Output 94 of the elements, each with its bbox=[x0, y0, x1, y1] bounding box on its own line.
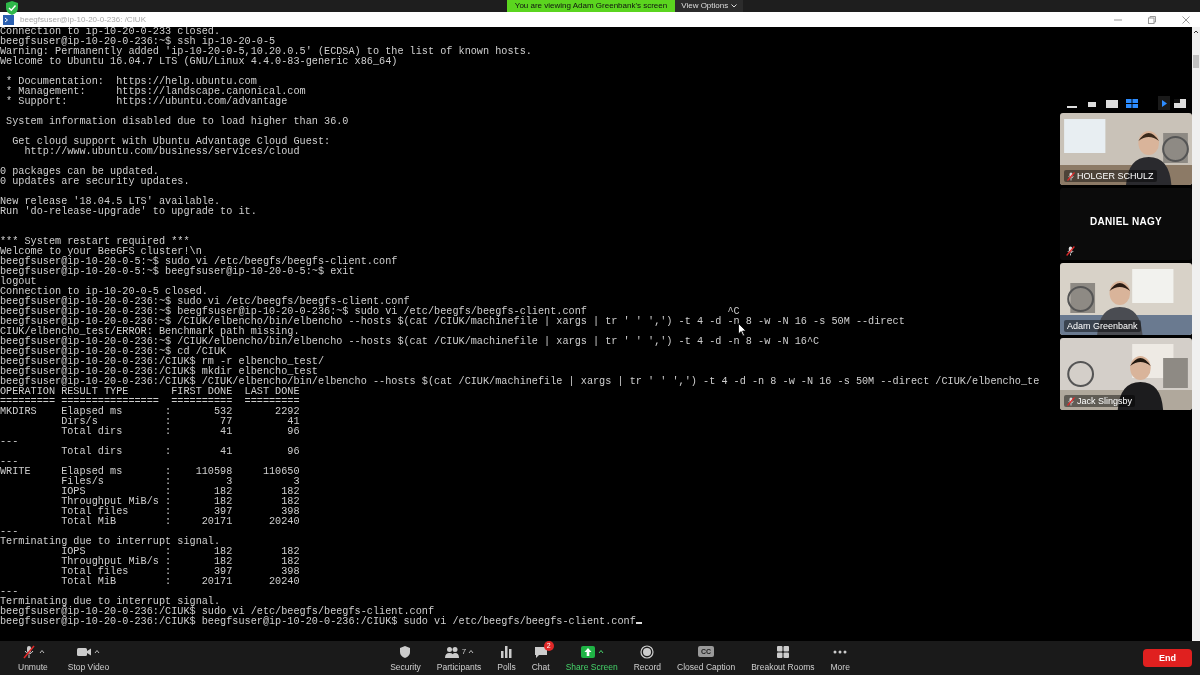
end-button[interactable]: End bbox=[1143, 649, 1192, 667]
terminal-line: New release '18.04.5 LTS' available. bbox=[0, 197, 221, 207]
terminal-line: IOPS : 182 182 bbox=[60, 487, 300, 497]
scroll-thumb[interactable] bbox=[1193, 55, 1199, 68]
terminal-line: Welcome to your BeeGFS cluster!\n bbox=[0, 247, 202, 257]
toolbar-button[interactable]: Record bbox=[627, 644, 668, 672]
terminal-line: beegfsuser@ip-10-20-0-236:/CIUK$ sudo vi /etc/beegfs/beegfs-client.conf bbox=[0, 607, 435, 617]
restore-icon[interactable] bbox=[1148, 15, 1156, 24]
chat-icon bbox=[532, 644, 549, 659]
terminal-line: * Management: https://landscape.canonical.com bbox=[5, 87, 306, 97]
terminal-line: --- bbox=[0, 437, 19, 447]
terminal-line: beegfsuser@ip-10-20-0-236:/CIUK$ rm -r elbencho_test/ bbox=[0, 357, 324, 367]
terminal-line: http://www.ubuntu.com/business/services/cloud bbox=[23, 147, 300, 157]
terminal-line: MKDIRS Elapsed ms : 532 2292 bbox=[0, 407, 300, 417]
terminal-line: Files/s : 3 3 bbox=[60, 477, 300, 487]
terminal-line: Total dirs : 41 96 bbox=[60, 447, 300, 457]
terminal-line: OPERATION RESULT TYPE FIRST DONE LAST DONE bbox=[0, 387, 300, 397]
terminal-line: --- bbox=[0, 457, 19, 467]
muted-mic-icon bbox=[1067, 396, 1075, 406]
terminal-line: 0 updates are security updates. bbox=[0, 177, 190, 187]
toolbar-button[interactable]: Unmute bbox=[12, 644, 54, 672]
muted-mic-icon bbox=[20, 644, 37, 659]
toolbar-button[interactable]: Stop Video bbox=[61, 644, 116, 672]
terminal-line: beegfsuser@ip-10-20-0-5:~$ sudo vi /etc/beegfs/beegfs-client.conf bbox=[0, 257, 398, 267]
terminal-line: Connection to ip-10-20-0-5 closed. bbox=[0, 287, 208, 297]
toolbar-button[interactable]: 7 Participants bbox=[430, 644, 488, 672]
participant-name: DANIEL NAGY bbox=[1089, 216, 1163, 227]
terminal-line: beegfsuser@ip-10-20-0-236:/CIUK$ beegfsuser@ip-10-20-0-236:/CIUK$ sudo vi /etc/beegfs/beegfs-client.conf bbox=[0, 617, 642, 627]
participant-name: HOLGER SCHULZ bbox=[1077, 171, 1154, 181]
window-title: beegfsuser@ip-10-20-0-236: /CIUK bbox=[20, 15, 147, 24]
terminal-line: 0 packages can be updated. bbox=[0, 167, 159, 177]
terminal-line: Total MiB : 20171 20240 bbox=[60, 517, 300, 527]
play-arrow-icon[interactable] bbox=[1158, 96, 1170, 110]
terminal-line: WRITE Elapsed ms : 110598 110650 bbox=[0, 467, 300, 477]
toolbar-button[interactable]: Polls bbox=[491, 644, 522, 672]
terminal-line: beegfsuser@ip-10-20-0-236:~$ cd /CIUK bbox=[0, 347, 227, 357]
terminal-line: Terminating due to interrupt signal. bbox=[0, 537, 221, 547]
terminal-line: Total files : 397 398 bbox=[60, 507, 300, 517]
view-mode-icon[interactable] bbox=[1126, 98, 1138, 108]
terminal-line: beegfsuser@ip-10-20-0-236:/CIUK$ mkdir elbencho_test bbox=[0, 367, 318, 377]
scrollbar[interactable] bbox=[1192, 27, 1200, 641]
terminal-line: Terminating due to interrupt signal. bbox=[0, 597, 221, 607]
share-screen-button[interactable]: Share Screen bbox=[559, 644, 624, 672]
share-screen-icon bbox=[579, 644, 596, 659]
people-icon bbox=[443, 644, 460, 659]
caret-icon[interactable] bbox=[94, 649, 101, 654]
terminal-line: Run 'do-release-upgrade' to upgrade to it. bbox=[0, 207, 257, 217]
window-layout-icon[interactable] bbox=[1174, 98, 1186, 108]
terminal-line: beegfsuser@ip-10-20-0-236:~$ beegfsuser@ip-10-20-0-236:~$ sudo vi /etc/beegfs/beegfs-client.conf ^C bbox=[0, 307, 740, 317]
chevron-icon bbox=[731, 4, 738, 8]
terminal-line: Total files : 397 398 bbox=[60, 567, 300, 577]
terminal-line: beegfsuser@ip-10-20-0-236:~$ /CIUK/elbencho/bin/elbencho --hosts $(cat /CIUK/machinefile | xargs | tr ' ' ',') -t 4 -d -n 8 -w -N 16 -s 50M --direct bbox=[0, 317, 905, 327]
participant-count: 7 bbox=[461, 647, 467, 656]
toolbar-button[interactable]: Security bbox=[384, 644, 427, 672]
toolbar-button[interactable]: More bbox=[824, 644, 856, 672]
terminal-line: Warning: Permanently added 'ip-10-20-0-5,10.20.0.5' (ECDSA) to the list of known hosts. bbox=[0, 47, 532, 57]
terminal-line: logout bbox=[0, 277, 37, 287]
terminal-line: beegfsuser@ip-10-20-0-236:~$ /CIUK/elbencho/bin/elbencho --hosts $(cat /CIUK/machinefile | xargs | tr ' ' ',') -t 4 -d -n 8 -w -N 16^C bbox=[0, 337, 820, 347]
record-icon bbox=[639, 644, 656, 659]
terminal-line: Get cloud support with Ubuntu Advantage Cloud Guest: bbox=[11, 137, 331, 147]
terminal-line: beegfsuser@ip-10-20-0-236:~$ sudo vi /etc/beegfs/beegfs-client.conf bbox=[0, 297, 410, 307]
toolbar-button[interactable]: Breakout Rooms bbox=[745, 644, 821, 672]
terminal-line: Total MiB : 20171 20240 bbox=[60, 577, 300, 587]
terminal-line: IOPS : 182 182 bbox=[61, 547, 300, 557]
terminal-line: beegfsuser@ip-10-20-0-236:~$ ssh ip-10-20-0-5 bbox=[0, 37, 276, 47]
view-mode-icon[interactable] bbox=[1106, 98, 1118, 108]
terminal-line: * Support: https://ubuntu.com/advantage bbox=[5, 97, 288, 107]
muted-mic-icon bbox=[1067, 171, 1075, 181]
terminal-line: Dirs/s : 77 41 bbox=[60, 417, 300, 427]
close-icon[interactable] bbox=[1182, 15, 1190, 24]
terminal-line: Throughput MiB/s : 182 182 bbox=[60, 557, 300, 567]
participant-name: Adam Greenbank bbox=[1067, 321, 1138, 331]
caret-icon[interactable] bbox=[597, 649, 604, 654]
terminal-line: beegfsuser@ip-10-20-0-236:/CIUK$ /CIUK/elbencho/bin/elbencho --hosts $(cat /CIUK/machinefile | xargs | tr ' ' ',') -t 4 -d -n 8 -w -N 16 -s 50M --direct /CIUK/elbencho_te bbox=[0, 377, 1040, 387]
screen-share-banner: You are viewing Adam Greenbank's screen bbox=[506, 0, 676, 12]
terminal-line: *** System restart required *** bbox=[0, 237, 190, 247]
terminal-line: ========= ================ ========== ========= bbox=[0, 397, 300, 407]
caret-icon[interactable] bbox=[38, 649, 45, 654]
terminal-line: * Documentation: https://help.ubuntu.com bbox=[5, 77, 257, 87]
grid-icon bbox=[774, 644, 791, 659]
bar-chart-icon bbox=[498, 644, 515, 659]
view-options-button[interactable]: View Options bbox=[675, 0, 744, 12]
terminal-line: Welcome to Ubuntu 16.04.7 LTS (GNU/Linux 4.4.0-83-generic x86_64) bbox=[0, 57, 398, 67]
terminal-line: --- bbox=[0, 527, 19, 537]
caret-icon[interactable] bbox=[468, 649, 475, 654]
terminal-line: CIUK/elbencho_test/ERROR: Benchmark path missing. bbox=[0, 327, 300, 337]
terminal-line: System information disabled due to load higher than 36.0 bbox=[5, 117, 349, 127]
terminal-line: Total dirs : 41 96 bbox=[60, 427, 300, 437]
terminal-line: --- bbox=[0, 587, 19, 597]
participant-name: Jack Slingsby bbox=[1077, 396, 1133, 406]
terminal-line: Connection to ip-10-20-0-233 closed. bbox=[0, 27, 221, 37]
terminal-line: beegfsuser@ip-10-20-0-5:~$ beegfsuser@ip-10-20-0-5:~$ exit bbox=[0, 267, 355, 277]
pointer-icon bbox=[738, 323, 747, 337]
terminal-line: Throughput MiB/s : 182 182 bbox=[60, 497, 300, 507]
